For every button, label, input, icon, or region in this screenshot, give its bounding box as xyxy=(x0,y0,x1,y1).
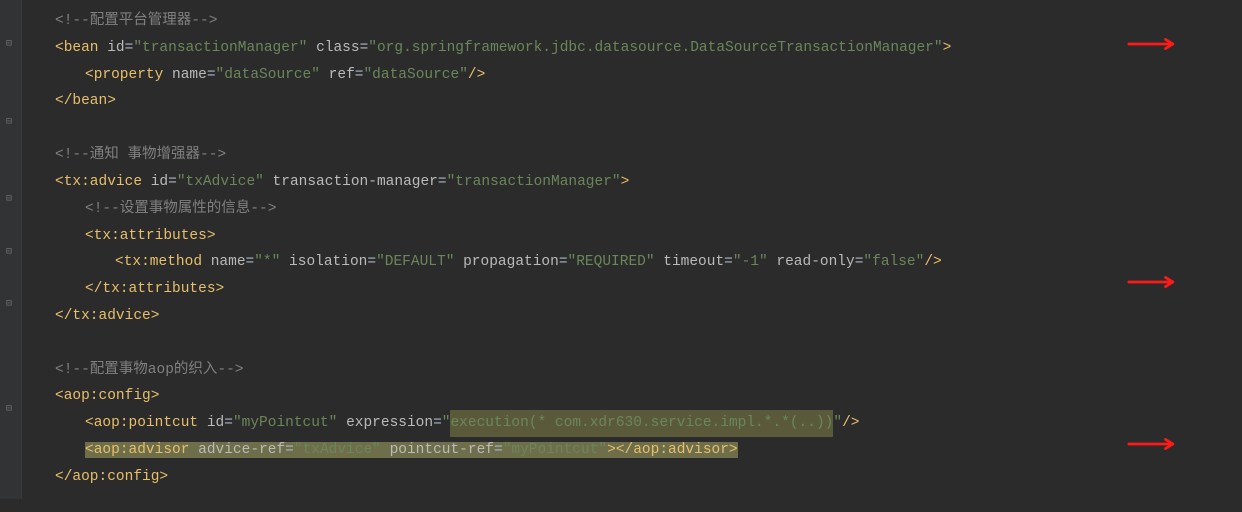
xml-tag: <aop:pointcut xyxy=(85,415,198,431)
code-line[interactable]: </tx:advice> xyxy=(0,303,1242,330)
code-line[interactable]: <bean id="transactionManager" class="org… xyxy=(0,35,1242,62)
blank-line xyxy=(0,330,1242,357)
xml-tag: <tx:attributes> xyxy=(85,228,216,244)
xml-tag: <property xyxy=(85,67,163,83)
code-line[interactable]: <aop:pointcut id="myPointcut" expression… xyxy=(0,410,1242,437)
highlighted-token: (* com.xdr630.service.impl.*.*(..)) xyxy=(529,410,834,437)
code-line[interactable]: <tx:attributes> xyxy=(0,223,1242,250)
xml-comment: <!--配置平台管理器--> xyxy=(55,13,217,29)
code-line[interactable]: <tx:advice id="txAdvice" transaction-man… xyxy=(0,169,1242,196)
code-line[interactable]: </aop:config> xyxy=(0,464,1242,491)
xml-tag: <tx:method xyxy=(115,254,202,270)
attr-name: class xyxy=(316,40,360,56)
blank-line xyxy=(0,115,1242,142)
xml-tag: </bean> xyxy=(55,93,116,109)
code-line[interactable]: <!--配置平台管理器--> xyxy=(0,8,1242,35)
attr-value: "org.springframework.jdbc.datasource.Dat… xyxy=(368,40,942,56)
code-line[interactable]: <tx:method name="*" isolation="DEFAULT" … xyxy=(0,249,1242,276)
xml-tag: <bean xyxy=(55,40,99,56)
xml-tag: </tx:attributes> xyxy=(85,281,224,297)
selection-highlight: <aop:advisor advice-ref="txAdvice" point… xyxy=(85,442,738,458)
xml-tag: </aop:config> xyxy=(55,469,168,485)
code-line[interactable]: <!--设置事物属性的信息--> xyxy=(0,196,1242,223)
code-line[interactable]: <aop:config> xyxy=(0,383,1242,410)
xml-comment: <!--通知 事物增强器--> xyxy=(55,147,226,163)
xml-tag: <aop:advisor xyxy=(85,442,189,458)
code-line[interactable]: </bean> xyxy=(0,88,1242,115)
code-line[interactable]: </tx:attributes> xyxy=(0,276,1242,303)
highlighted-token: execution xyxy=(450,410,528,437)
code-editor[interactable]: ⊟ ⊟ ⊟ ⊟ ⊟ ⊟ <!--配置平台管理器--> <bean id="tra… xyxy=(0,0,1242,499)
xml-comment: <!--配置事物aop的织入--> xyxy=(55,362,244,378)
xml-tag: <aop:config> xyxy=(55,388,159,404)
xml-comment: <!--设置事物属性的信息--> xyxy=(85,201,276,217)
xml-tag: </tx:advice> xyxy=(55,308,159,324)
code-line-selected[interactable]: <aop:advisor advice-ref="txAdvice" point… xyxy=(0,437,1242,464)
code-line[interactable]: <!--通知 事物增强器--> xyxy=(0,142,1242,169)
xml-tag: <tx:advice xyxy=(55,174,142,190)
code-line[interactable]: <!--配置事物aop的织入--> xyxy=(0,357,1242,384)
attr-name: id xyxy=(107,40,124,56)
attr-value: "transactionManager" xyxy=(133,40,307,56)
code-line[interactable]: <property name="dataSource" ref="dataSou… xyxy=(0,62,1242,89)
